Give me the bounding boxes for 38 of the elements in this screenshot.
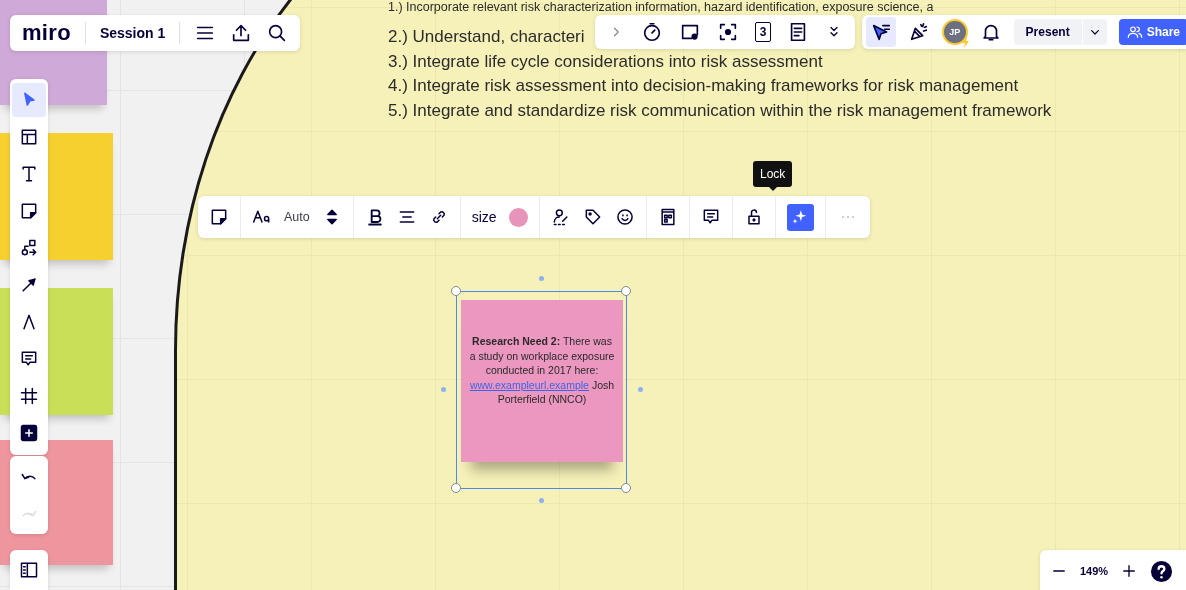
counter-icon[interactable]: 3 — [755, 22, 771, 42]
sticky-note[interactable]: Research Need 2: There was a study on workplace exposure conducted in 2017 here: www.exampleurl.example Josh Porterfield (NNCO) — [461, 300, 623, 462]
color-swatch[interactable] — [508, 207, 528, 227]
sparkle-button[interactable] — [786, 203, 814, 231]
help-icon[interactable] — [1150, 559, 1174, 583]
canvas-text-line: 2.) Understand, characteri — [388, 26, 585, 48]
connector-dot[interactable] — [539, 498, 544, 503]
avatar[interactable]: JP — [941, 19, 968, 45]
resize-handle[interactable] — [451, 286, 461, 296]
smiley-icon[interactable] — [614, 207, 635, 227]
focus-icon[interactable] — [717, 21, 739, 43]
select-tool-button[interactable] — [12, 82, 46, 117]
frame-icon — [19, 385, 39, 406]
plus-icon — [19, 422, 39, 443]
people-icon — [1126, 24, 1143, 40]
cursor-mode-button[interactable] — [866, 17, 896, 47]
resize-handle[interactable] — [621, 483, 631, 493]
canvas-text-line: 3.) Integrate life cycle considerations into risk assessment — [388, 50, 823, 73]
canvas-text-line: 4.) Integrate risk assessment into decision-making frameworks for risk management — [388, 75, 1019, 97]
sidebar-icon[interactable] — [19, 560, 39, 580]
logo[interactable]: miro — [22, 20, 71, 46]
connector-dot[interactable] — [638, 387, 643, 392]
lightning-icon — [960, 36, 971, 48]
sticky-note-text: Research Need 2: There was a study on workplace exposure conducted in 2017 here: www.exampleurl.example Josh Porterfield (NNCO) — [469, 334, 615, 407]
resize-handle[interactable] — [621, 286, 631, 296]
share-button[interactable]: Share — [1118, 19, 1186, 45]
timer-icon[interactable] — [641, 21, 663, 43]
sticky-note-icon[interactable] — [209, 207, 229, 227]
board-name[interactable]: Session 1 — [99, 25, 166, 41]
connector-dot[interactable] — [539, 276, 544, 281]
size-label[interactable]: size — [471, 209, 497, 225]
canvas-text-line: 5.) Integrate and standardize risk communication within the risk management framework — [388, 99, 1052, 122]
zoom-level[interactable]: 149% — [1080, 565, 1109, 577]
canvas-text-line: 1.) Incorporate relevant risk characterization information, hazard identification, exposure science, a — [388, 0, 934, 14]
shapes-icon — [19, 237, 39, 258]
font-size-value[interactable]: Auto — [284, 210, 310, 224]
resize-handle[interactable] — [451, 483, 461, 493]
connector-dot[interactable] — [441, 387, 446, 392]
